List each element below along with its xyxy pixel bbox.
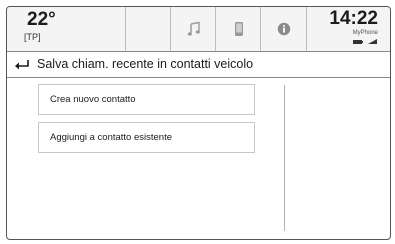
back-button[interactable]	[11, 54, 33, 74]
panel-divider	[284, 85, 285, 231]
tab-empty[interactable]	[125, 7, 171, 51]
tab-phone[interactable]	[215, 7, 261, 51]
phone-icon	[234, 22, 243, 36]
option-label: Crea nuovo contatto	[50, 94, 136, 105]
music-note-icon	[187, 21, 200, 36]
back-arrow-icon	[15, 60, 29, 70]
tab-music[interactable]	[170, 7, 216, 51]
page-title: Salva chiam. recente in contatti veicolo	[37, 57, 254, 71]
tab-info[interactable]	[260, 7, 307, 51]
header-bar: Salva chiam. recente in contatti veicolo	[7, 52, 390, 78]
option-label: Aggiungi a contatto esistente	[50, 132, 173, 143]
create-new-contact-button[interactable]: Crea nuovo contatto	[38, 84, 255, 115]
add-to-existing-contact-button[interactable]: Aggiungi a contatto esistente	[38, 122, 255, 153]
info-icon	[277, 22, 290, 36]
phone-name: MyPhone	[352, 30, 378, 36]
clock: 14:22	[329, 8, 378, 29]
temperature-source: [TP]	[24, 32, 41, 42]
infotainment-screen: 22° [TP] 14:22 MyPhone Salva chiam. rece…	[6, 6, 391, 240]
status-bar: 22° [TP] 14:22 MyPhone	[7, 7, 390, 52]
temperature: 22°	[27, 9, 56, 30]
battery-signal-icon	[353, 39, 377, 44]
